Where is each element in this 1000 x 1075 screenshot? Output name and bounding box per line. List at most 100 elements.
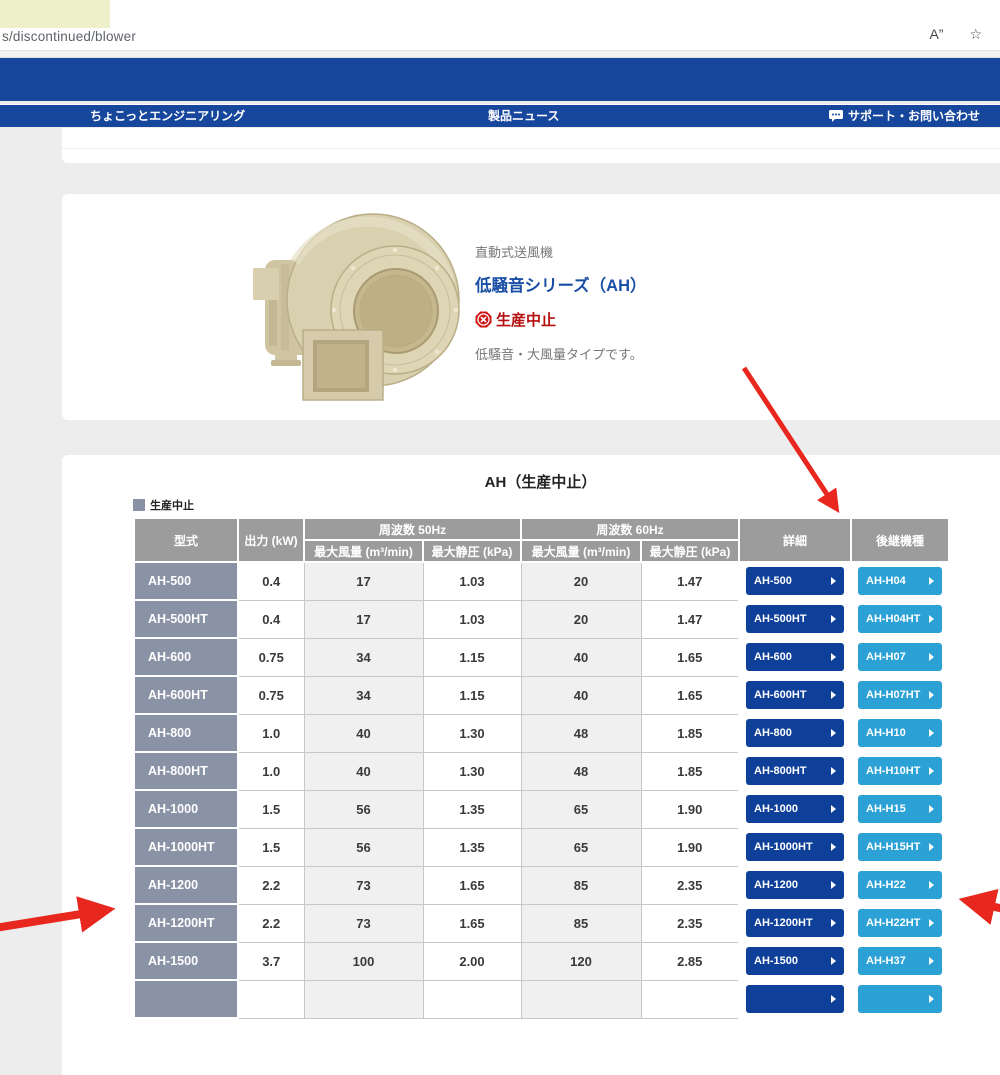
airflow50-cell: 56 (304, 828, 423, 866)
successor-button-cell: AH-H22 (851, 866, 949, 904)
successor-button[interactable] (858, 985, 942, 1013)
chat-bubble-icon (829, 107, 843, 129)
address-bar[interactable]: s/discontinued/blower (2, 29, 136, 44)
successor-button-cell: AH-H04HT (851, 600, 949, 638)
detail-button[interactable]: AH-600 (746, 643, 844, 671)
arrow-right-icon (831, 653, 836, 661)
table-row: AH-6000.75341.15401.65AH-600AH-H07 (134, 638, 949, 676)
detail-button[interactable]: AH-800HT (746, 757, 844, 785)
table-row-partial (134, 980, 949, 1018)
airflow60-cell: 65 (521, 828, 641, 866)
detail-button[interactable]: AH-1200 (746, 871, 844, 899)
col-header-freq50: 周波数 50Hz (304, 518, 521, 540)
pressure50-cell: 1.30 (423, 714, 521, 752)
table-title: AH（生産中止） (133, 471, 948, 492)
pressure50-cell: 1.65 (423, 866, 521, 904)
detail-button[interactable]: AH-1200HT (746, 909, 844, 937)
model-cell: AH-800HT (134, 752, 238, 790)
arrow-right-icon (831, 957, 836, 965)
detail-button-cell: AH-1000HT (739, 828, 851, 866)
successor-button-cell: AH-H22HT (851, 904, 949, 942)
product-status: 生産中止 (475, 309, 647, 330)
successor-button[interactable]: AH-H15 (858, 795, 942, 823)
pressure50-cell: 1.35 (423, 790, 521, 828)
arrow-right-icon (929, 995, 934, 1003)
model-cell: AH-1000 (134, 790, 238, 828)
airflow60-cell: 48 (521, 752, 641, 790)
successor-button[interactable]: AH-H04 (858, 567, 942, 595)
favorites-star-icon[interactable]: ☆ (969, 26, 982, 43)
discontinued-legend: 生産中止 (133, 497, 194, 513)
detail-button-cell: AH-600HT (739, 676, 851, 714)
detail-button[interactable]: AH-1000HT (746, 833, 844, 861)
pressure60-cell: 1.47 (641, 562, 739, 600)
col-header-airflow-60: 最大風量 (m³/min) (521, 540, 641, 562)
legend-label: 生産中止 (150, 497, 194, 513)
legend-color-swatch (133, 499, 145, 511)
pressure50-cell: 1.15 (423, 676, 521, 714)
detail-button[interactable]: AH-600HT (746, 681, 844, 709)
detail-button-cell: AH-1000 (739, 790, 851, 828)
model-cell: AH-800 (134, 714, 238, 752)
detail-button[interactable]: AH-800 (746, 719, 844, 747)
detail-button[interactable] (746, 985, 844, 1013)
model-cell (134, 980, 238, 1018)
successor-button-cell (851, 980, 949, 1018)
detail-button[interactable]: AH-500HT (746, 605, 844, 633)
airflow50-cell: 100 (304, 942, 423, 980)
pressure60-cell (641, 980, 739, 1018)
arrow-right-icon (929, 691, 934, 699)
detail-button-cell: AH-800 (739, 714, 851, 752)
arrow-right-icon (831, 615, 836, 623)
successor-button[interactable]: AH-H37 (858, 947, 942, 975)
airflow60-cell: 20 (521, 562, 641, 600)
output-cell: 0.75 (238, 638, 304, 676)
arrow-right-icon (831, 691, 836, 699)
detail-button-cell: AH-1200 (739, 866, 851, 904)
airflow50-cell: 40 (304, 714, 423, 752)
table-row: AH-12002.2731.65852.35AH-1200AH-H22 (134, 866, 949, 904)
pressure50-cell: 1.65 (423, 904, 521, 942)
detail-button[interactable]: AH-500 (746, 567, 844, 595)
pressure60-cell: 1.47 (641, 600, 739, 638)
nav-item-engineering[interactable]: ちょこっとエンジニアリング (90, 105, 245, 127)
detail-button-cell: AH-800HT (739, 752, 851, 790)
arrow-right-icon (831, 767, 836, 775)
output-cell: 0.75 (238, 676, 304, 714)
col-header-successor: 後継機種 (851, 518, 949, 562)
airflow50-cell: 17 (304, 562, 423, 600)
detail-button[interactable]: AH-1000 (746, 795, 844, 823)
pressure60-cell: 1.85 (641, 752, 739, 790)
nav-item-support[interactable]: サポート・お問い合わせ (829, 105, 980, 127)
product-description: 低騒音・大風量タイプです。 (475, 344, 647, 363)
airflow50-cell: 34 (304, 676, 423, 714)
airflow60-cell: 40 (521, 638, 641, 676)
successor-button[interactable]: AH-H15HT (858, 833, 942, 861)
detail-button-cell: AH-500HT (739, 600, 851, 638)
product-title-link[interactable]: 低騒音シリーズ（AH） (475, 272, 647, 296)
col-header-pressure-50: 最大静圧 (kPa) (423, 540, 521, 562)
col-header-detail: 詳細 (739, 518, 851, 562)
successor-button[interactable]: AH-H22HT (858, 909, 942, 937)
arrow-right-icon (831, 881, 836, 889)
arrow-right-icon (929, 729, 934, 737)
successor-button[interactable]: AH-H07HT (858, 681, 942, 709)
text-size-icon[interactable]: A” (929, 26, 943, 43)
discontinued-octagon-icon (475, 311, 492, 328)
output-cell (238, 980, 304, 1018)
successor-button[interactable]: AH-H10 (858, 719, 942, 747)
model-cell: AH-600HT (134, 676, 238, 714)
nav-item-product-news[interactable]: 製品ニュース (488, 105, 559, 127)
successor-button-cell: AH-H37 (851, 942, 949, 980)
pressure50-cell: 1.15 (423, 638, 521, 676)
detail-button[interactable]: AH-1500 (746, 947, 844, 975)
arrow-right-icon (831, 729, 836, 737)
successor-button[interactable]: AH-H10HT (858, 757, 942, 785)
successor-button-cell: AH-H07HT (851, 676, 949, 714)
successor-button-cell: AH-H04 (851, 562, 949, 600)
successor-button-cell: AH-H15HT (851, 828, 949, 866)
successor-button[interactable]: AH-H04HT (858, 605, 942, 633)
successor-button[interactable]: AH-H07 (858, 643, 942, 671)
successor-button[interactable]: AH-H22 (858, 871, 942, 899)
airflow50-cell: 73 (304, 866, 423, 904)
